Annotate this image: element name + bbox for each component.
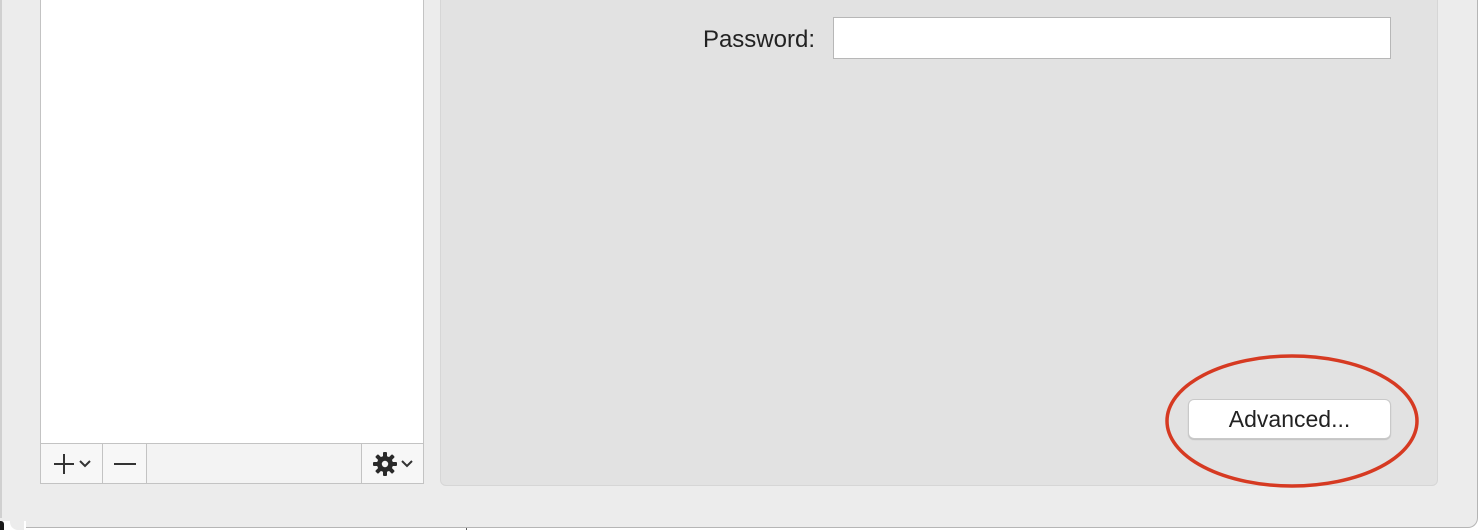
password-label: Password:	[702, 26, 815, 53]
add-button[interactable]	[41, 444, 103, 483]
preferences-window: Password: Advanced...	[0, 0, 1478, 528]
gear-icon	[372, 451, 398, 477]
advanced-button[interactable]: Advanced...	[1188, 399, 1391, 439]
plus-icon	[53, 453, 75, 475]
action-menu-button[interactable]	[361, 444, 423, 483]
sidebar-list[interactable]	[40, 0, 424, 444]
chevron-down-icon	[78, 459, 91, 468]
background-window-corner	[0, 521, 26, 530]
remove-button[interactable]	[103, 444, 147, 483]
window-left-edge	[0, 0, 2, 518]
chevron-down-icon	[401, 459, 413, 468]
password-field[interactable]	[833, 17, 1391, 59]
minus-icon	[113, 462, 136, 466]
sidebar-toolbar	[40, 443, 424, 484]
